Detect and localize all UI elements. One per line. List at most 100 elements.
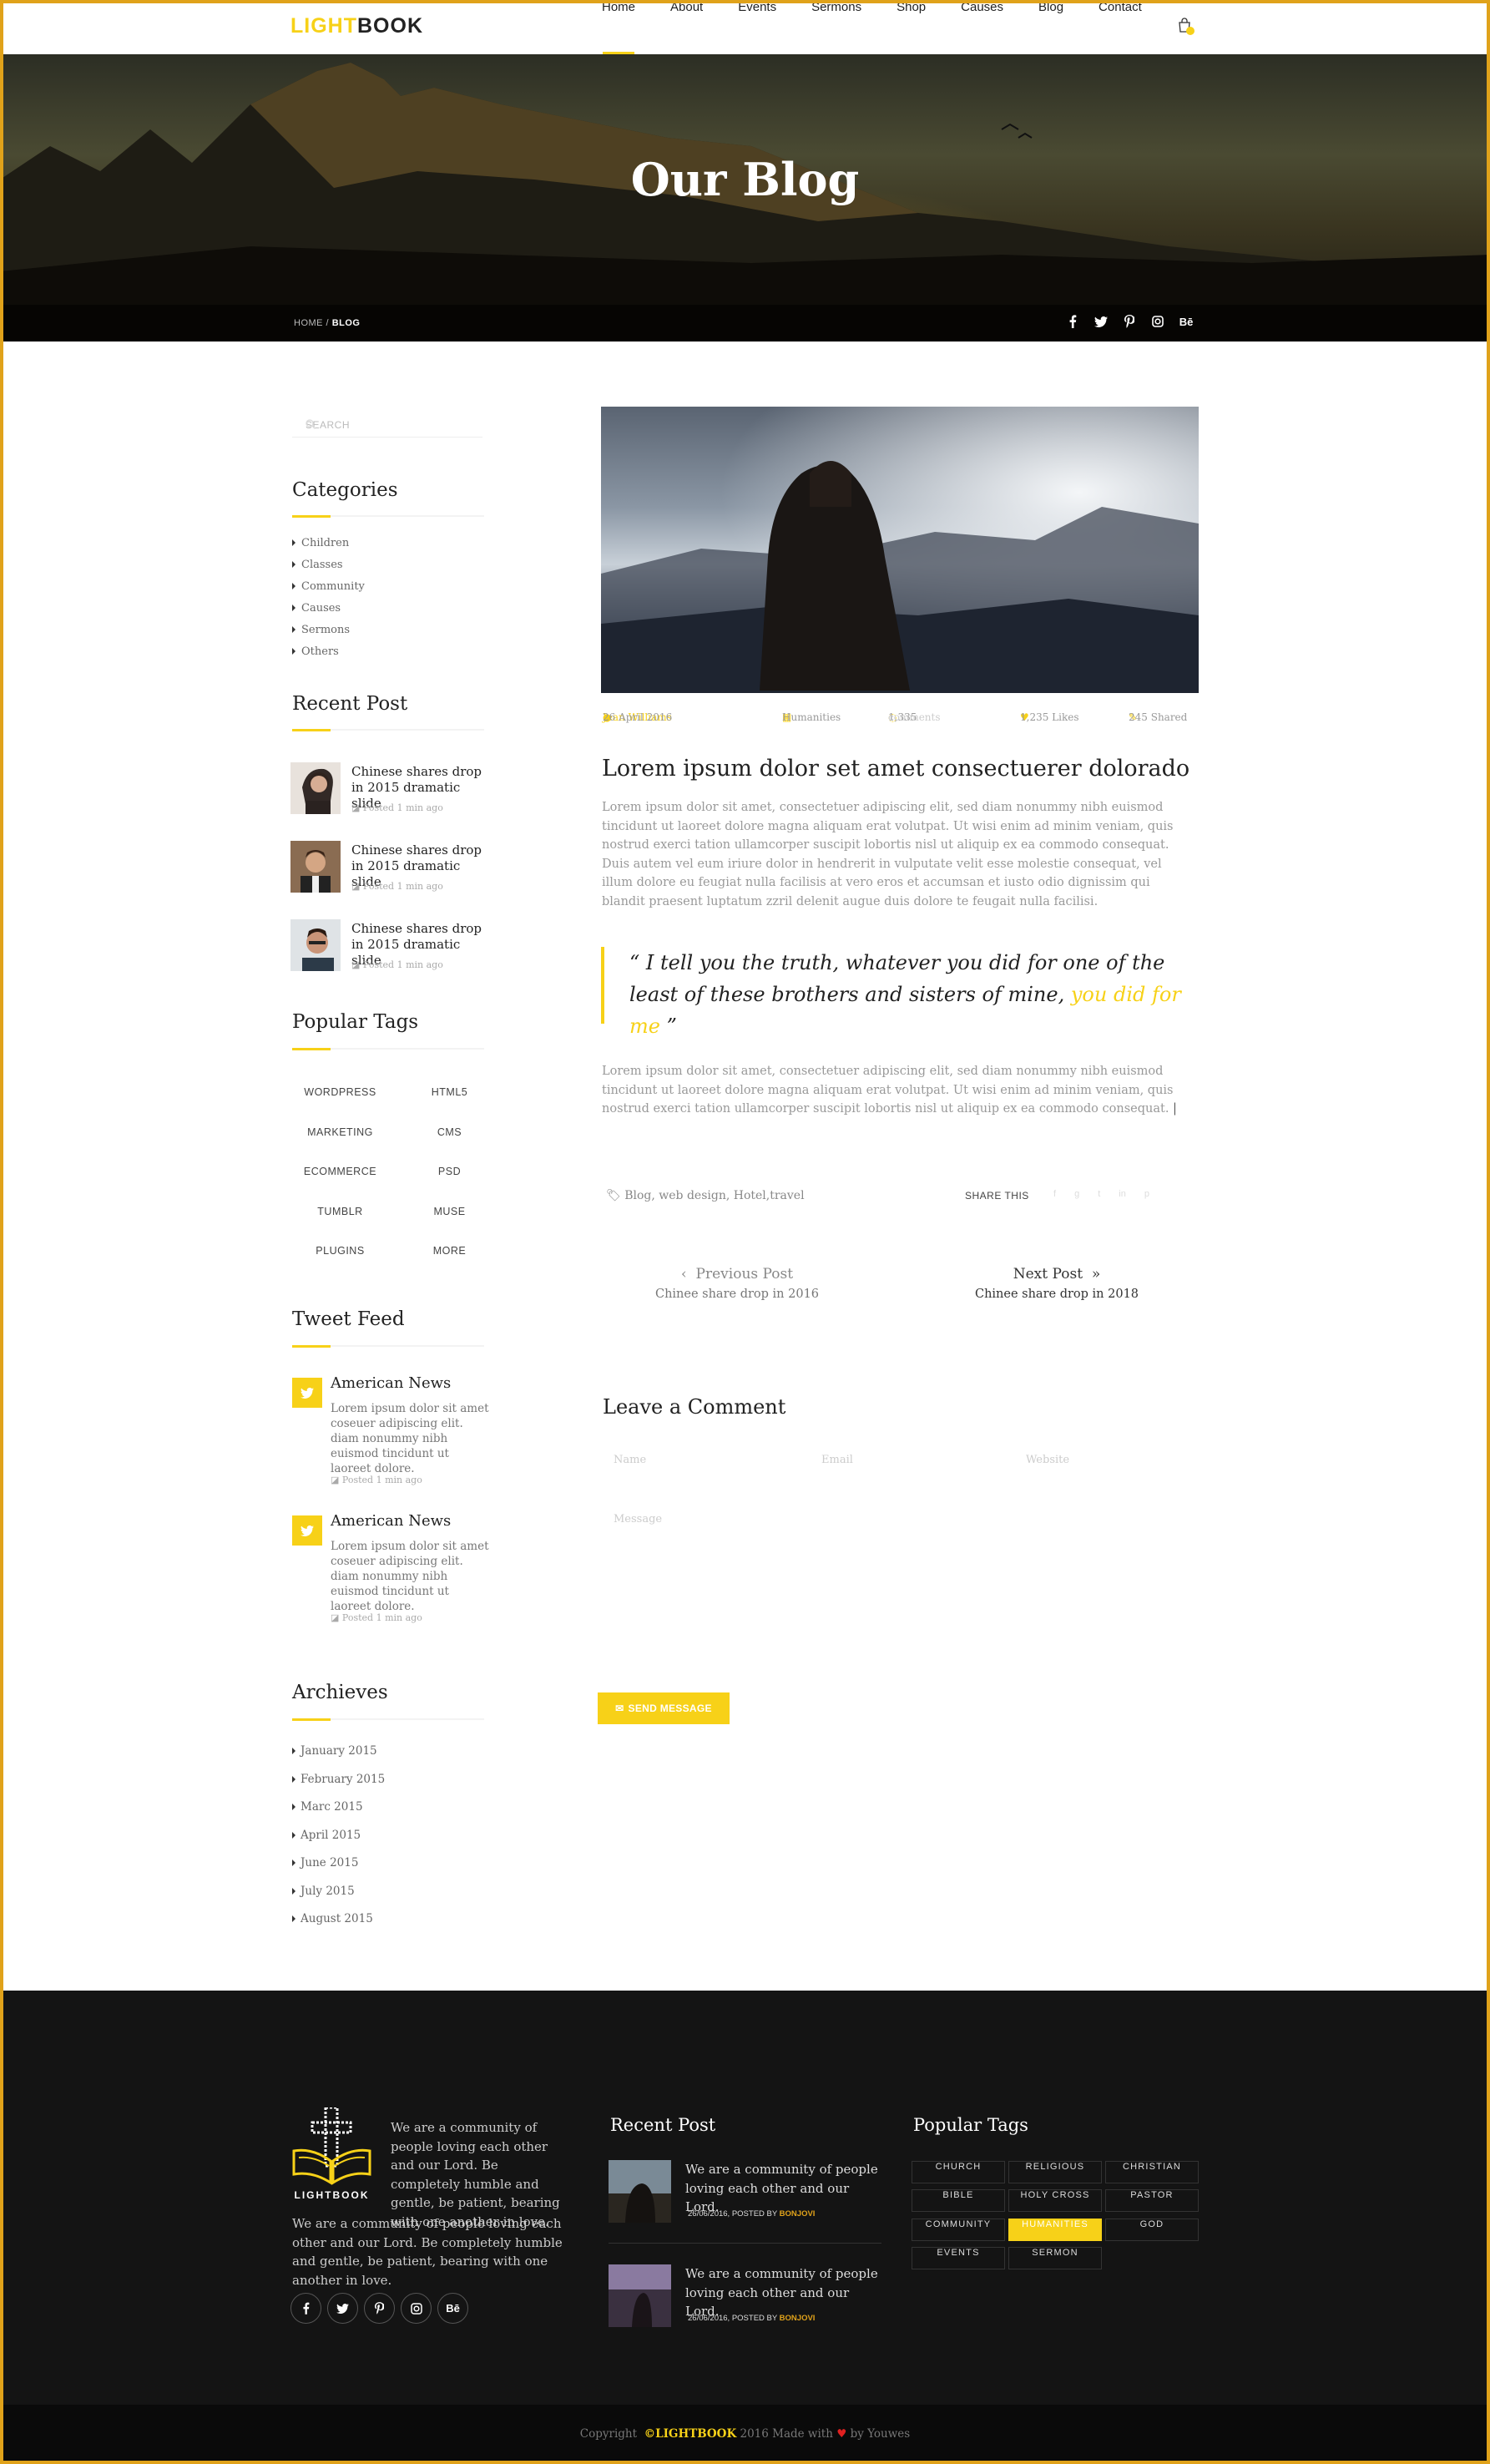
heading-underline: [292, 515, 484, 518]
footer-logo[interactable]: LIGHTBOOK: [292, 2106, 371, 2201]
breadcrumb-home[interactable]: HOME /: [294, 318, 329, 328]
cart-icon[interactable]: [1177, 17, 1195, 37]
nav-shop[interactable]: Shop: [879, 0, 943, 54]
instagram-icon[interactable]: [401, 2293, 432, 2324]
pinterest-icon[interactable]: [364, 2293, 395, 2324]
twitter-icon: [292, 1515, 322, 1546]
linkedin-icon[interactable]: in: [1119, 1189, 1126, 1199]
category-item[interactable]: Community: [292, 576, 365, 598]
tag-item[interactable]: MARKETING: [292, 1126, 388, 1138]
nav-sermons[interactable]: Sermons: [794, 0, 879, 54]
tag-item[interactable]: PSD: [402, 1166, 498, 1177]
tag-item[interactable]: RELIGIOUS: [1008, 2161, 1102, 2183]
next-post-link[interactable]: Next Post » Chinee share drop in 2018: [932, 1266, 1182, 1301]
copyright-brand[interactable]: ©LIGHTBOOK: [644, 2427, 737, 2441]
google-plus-icon[interactable]: g: [1074, 1189, 1079, 1199]
facebook-icon[interactable]: [1064, 313, 1081, 330]
tag-item[interactable]: ECOMMERCE: [292, 1166, 388, 1177]
tag-item[interactable]: HOLY CROSS: [1008, 2189, 1102, 2212]
tweet-author[interactable]: American News: [331, 1374, 451, 1392]
category-item[interactable]: Others: [292, 641, 365, 663]
facebook-icon[interactable]: [290, 2293, 321, 2324]
tag-item[interactable]: SERMON: [1008, 2247, 1102, 2269]
website-field[interactable]: Website: [1026, 1454, 1069, 1466]
archive-item[interactable]: February 2015: [292, 1766, 385, 1794]
tweet-text: Lorem ipsum dolor sit amet coseuer adipi…: [331, 1402, 489, 1475]
nav-about[interactable]: About: [653, 0, 720, 54]
tweet-date: ◪ Posted 1 min ago: [331, 1475, 422, 1485]
post-thumbnail: [609, 2264, 671, 2327]
tag-item[interactable]: GOD: [1105, 2219, 1199, 2241]
archive-item[interactable]: January 2015: [292, 1738, 385, 1766]
category-item[interactable]: Children: [292, 533, 365, 554]
site-logo[interactable]: LIGHTBOOK: [290, 14, 423, 38]
post-meta: ● Jean Williams 26 April 2016 ▦ Humaniti…: [603, 711, 1188, 723]
search-icon[interactable]: [306, 419, 477, 429]
send-message-button[interactable]: ✉ SEND MESSAGE: [598, 1692, 730, 1724]
behance-icon[interactable]: Bē: [437, 2293, 468, 2324]
tag-item[interactable]: CHURCH: [912, 2161, 1005, 2183]
tag-item-active[interactable]: HUMANITIES: [1008, 2219, 1102, 2241]
hero-banner: Our Blog HOME / BLOG Bē: [0, 54, 1490, 342]
message-field[interactable]: Message: [614, 1513, 662, 1525]
tag-item[interactable]: MUSE: [402, 1206, 498, 1217]
tweet-date: ◪ Posted 1 min ago: [331, 1612, 422, 1623]
breadcrumb-bar: [0, 305, 1490, 342]
tag-item[interactable]: CMS: [402, 1126, 498, 1138]
post-thumbnail: [609, 2160, 671, 2223]
post-thumbnail: [290, 762, 341, 814]
archive-item[interactable]: July 2015: [292, 1878, 385, 1906]
tag-item[interactable]: BIBLE: [912, 2189, 1005, 2212]
category-item[interactable]: Sermons: [292, 620, 365, 641]
archive-item[interactable]: August 2015: [292, 1905, 385, 1934]
nav-home[interactable]: Home: [584, 0, 653, 54]
tag-item[interactable]: CHRISTIAN: [1105, 2161, 1199, 2183]
tag-item[interactable]: PASTOR: [1105, 2189, 1199, 2212]
category-item[interactable]: Classes: [292, 554, 365, 576]
tag-item[interactable]: HTML5: [402, 1086, 498, 1098]
recent-post-item[interactable]: Chinese shares drop in 2015 dramatic sli…: [290, 762, 491, 817]
facebook-icon[interactable]: f: [1053, 1189, 1056, 1199]
behance-icon[interactable]: Bē: [1178, 313, 1195, 330]
pinterest-icon[interactable]: [1121, 313, 1138, 330]
name-field[interactable]: Name: [614, 1454, 646, 1466]
recent-post-item[interactable]: Chinese shares drop in 2015 dramatic sli…: [290, 841, 491, 896]
tweet-item: American News Lorem ipsum dolor sit amet…: [292, 1374, 492, 1495]
twitter-icon[interactable]: [327, 2293, 358, 2324]
tag-item[interactable]: MORE: [402, 1245, 498, 1257]
footer-recent-post[interactable]: We are a community of people loving each…: [609, 2264, 880, 2331]
instagram-icon[interactable]: [1149, 313, 1166, 330]
categories-list: Children Classes Community Causes Sermon…: [292, 533, 365, 663]
tweet-author[interactable]: American News: [331, 1512, 451, 1530]
nav-contact[interactable]: Contact: [1081, 0, 1159, 54]
nav-events[interactable]: Events: [720, 0, 794, 54]
tag-item[interactable]: PLUGINS: [292, 1245, 388, 1257]
nav-causes[interactable]: Causes: [943, 0, 1021, 54]
archives-heading: Archieves: [292, 1682, 388, 1703]
tag-item[interactable]: EVENTS: [912, 2247, 1005, 2269]
search-input[interactable]: SEARCH: [292, 412, 482, 438]
share-label: SHARE THIS: [965, 1190, 1029, 1202]
chevron-right-icon: »: [1091, 1266, 1101, 1283]
category-item[interactable]: Causes: [292, 598, 365, 620]
pinterest-icon[interactable]: p: [1144, 1189, 1149, 1199]
footer-divider: [609, 2243, 881, 2244]
breadcrumb: HOME / BLOG: [294, 318, 360, 328]
previous-post-link[interactable]: ‹ Previous Post Chinee share drop in 201…: [612, 1266, 862, 1301]
nav-blog[interactable]: Blog: [1021, 0, 1081, 54]
twitter-icon[interactable]: [1093, 313, 1109, 330]
tag-item[interactable]: TUMBLR: [292, 1206, 388, 1217]
email-field[interactable]: Email: [821, 1454, 853, 1466]
cross-book-icon: [292, 2106, 371, 2185]
footer-recent-post[interactable]: We are a community of people loving each…: [609, 2160, 880, 2227]
twitter-icon[interactable]: t: [1098, 1189, 1100, 1199]
tag-item[interactable]: COMMUNITY: [912, 2219, 1005, 2241]
tweet-feed-heading: Tweet Feed: [292, 1308, 405, 1330]
archive-item[interactable]: June 2015: [292, 1849, 385, 1878]
post-title: Lorem ipsum dolor set amet consectuerer …: [602, 756, 1190, 782]
tag-item[interactable]: WORDPRESS: [292, 1086, 388, 1098]
tag-icon: 🏷: [606, 1189, 621, 1202]
archive-item[interactable]: Marc 2015: [292, 1794, 385, 1822]
recent-post-item[interactable]: Chinese shares drop in 2015 dramatic sli…: [290, 919, 491, 974]
archive-item[interactable]: April 2015: [292, 1822, 385, 1850]
